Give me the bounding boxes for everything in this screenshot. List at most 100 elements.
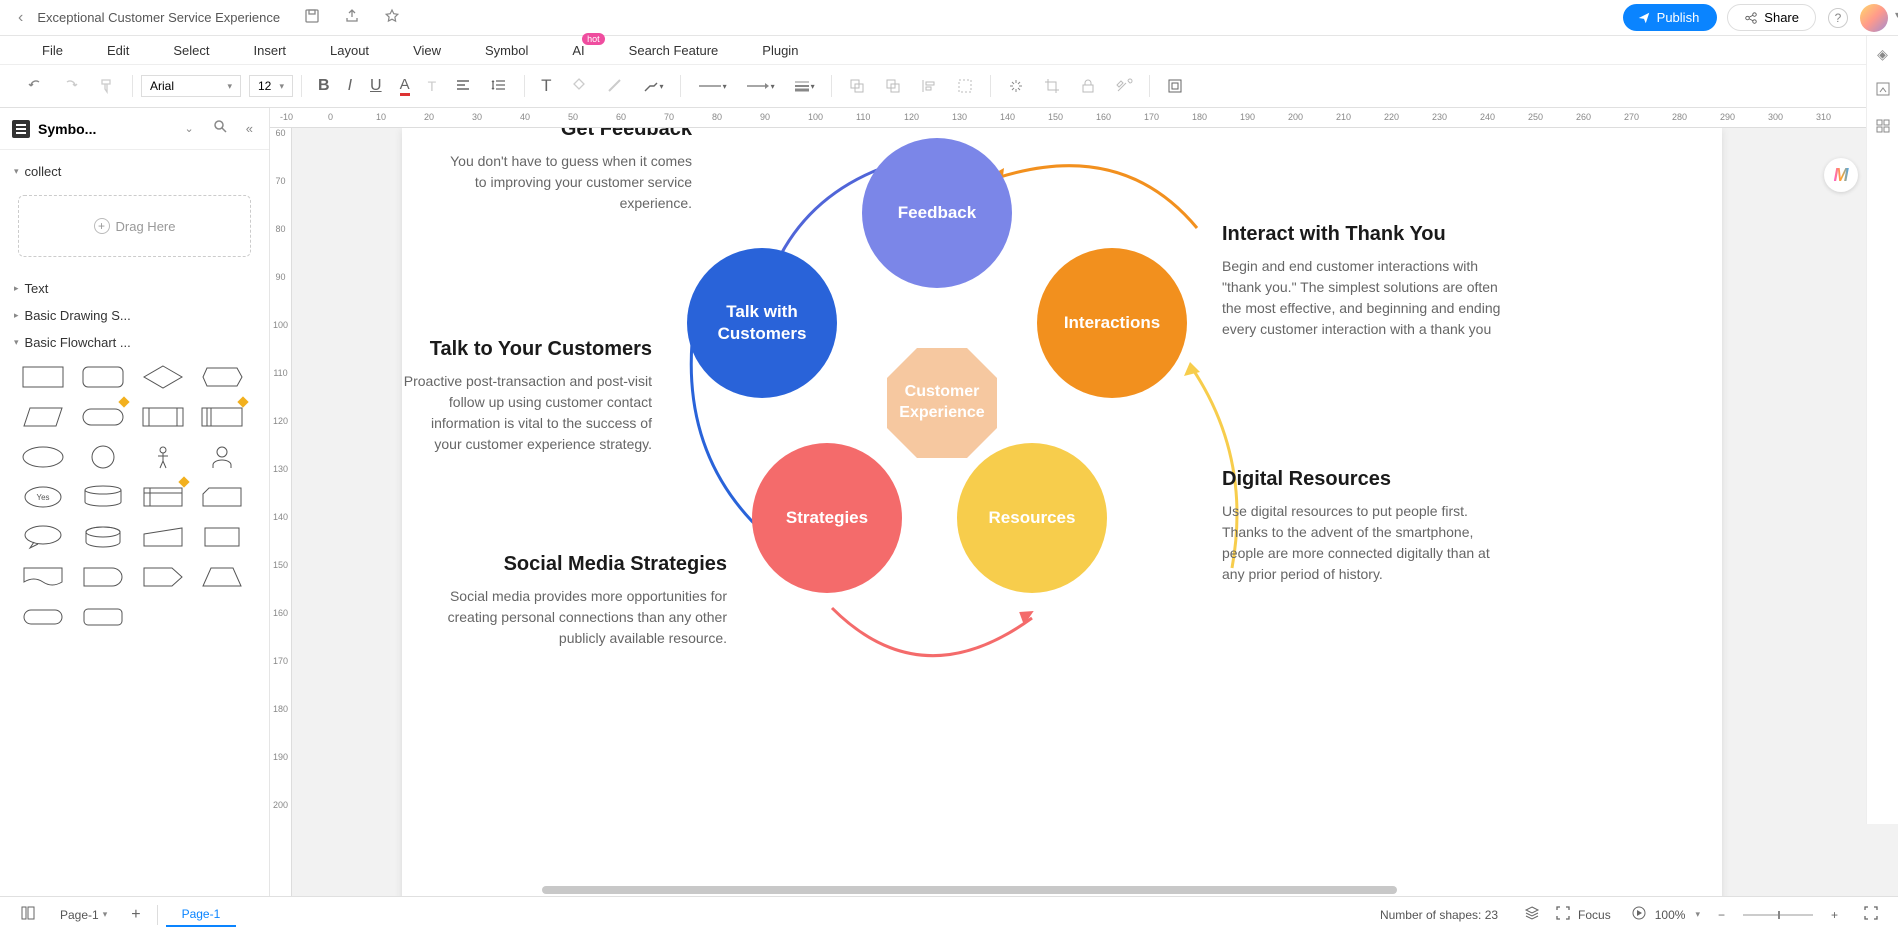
section-collect[interactable]: ▾collect <box>14 158 255 185</box>
connector-icon[interactable]: ▾ <box>634 73 672 99</box>
shape-terminator-2[interactable] <box>20 602 66 632</box>
menu-symbol[interactable]: Symbol <box>463 43 550 58</box>
node-talk[interactable]: Talk with Customers <box>687 248 837 398</box>
node-resources[interactable]: Resources <box>957 443 1107 593</box>
redo-icon[interactable] <box>54 73 88 99</box>
shape-manual-input[interactable] <box>140 522 186 552</box>
save-icon[interactable] <box>292 8 332 27</box>
shape-document[interactable] <box>20 562 66 592</box>
menu-plugin[interactable]: Plugin <box>740 43 820 58</box>
node-interactions[interactable]: Interactions <box>1037 248 1187 398</box>
shape-rectangle[interactable] <box>20 362 66 392</box>
focus-label[interactable]: Focus <box>1578 908 1611 922</box>
line-spacing-icon[interactable] <box>482 73 516 99</box>
section-basic-flowchart[interactable]: ▾Basic Flowchart ... <box>14 329 255 356</box>
page-canvas[interactable]: Customer Experience Feedback Talk with C… <box>402 128 1722 896</box>
format-painter-icon[interactable] <box>90 73 124 99</box>
search-icon[interactable] <box>206 118 234 139</box>
star-icon[interactable] <box>372 8 412 27</box>
shape-terminator[interactable] <box>80 402 126 432</box>
bring-front-icon[interactable] <box>876 73 910 99</box>
shape-ellipse[interactable] <box>20 442 66 472</box>
textblock-digital[interactable]: Digital Resources Use digital resources … <box>1222 468 1492 585</box>
center-node[interactable]: Customer Experience <box>882 343 1002 463</box>
fill-color-icon[interactable] <box>562 73 596 99</box>
m-assistant-icon[interactable]: M <box>1824 158 1858 192</box>
lock-icon[interactable] <box>1071 73 1105 99</box>
focus-icon[interactable] <box>1548 906 1578 923</box>
section-text[interactable]: ▸Text <box>14 275 255 302</box>
add-page-icon[interactable]: + <box>123 906 148 924</box>
outline-icon[interactable] <box>12 905 44 924</box>
line-color-icon[interactable] <box>598 73 632 99</box>
menu-select[interactable]: Select <box>151 43 231 58</box>
layers-icon[interactable] <box>1516 905 1548 924</box>
crop-icon[interactable] <box>1035 73 1069 99</box>
zoom-out-icon[interactable]: − <box>1710 908 1733 922</box>
shape-display[interactable] <box>199 362 245 392</box>
font-size-select[interactable]: 12▾ <box>249 75 293 97</box>
shape-rounded-2[interactable] <box>80 602 126 632</box>
shape-diamond[interactable] <box>140 362 186 392</box>
menu-file[interactable]: File <box>20 43 85 58</box>
arrow-style-icon[interactable]: ▾ <box>737 77 783 95</box>
textblock-social[interactable]: Social Media Strategies Social media pro… <box>447 553 727 649</box>
shape-predefined[interactable] <box>140 402 186 432</box>
zoom-slider[interactable] <box>1743 914 1813 916</box>
menu-ai[interactable]: AIhot <box>550 43 606 58</box>
align-objects-icon[interactable] <box>912 73 946 99</box>
bold-icon[interactable]: B <box>310 73 338 99</box>
shape-parallelogram[interactable] <box>20 402 66 432</box>
export-icon[interactable] <box>332 8 372 27</box>
shape-off-page[interactable] <box>199 522 245 552</box>
shape-delay[interactable] <box>80 562 126 592</box>
menu-insert[interactable]: Insert <box>232 43 309 58</box>
textblock-talk[interactable]: Talk to Your Customers Proactive post-tr… <box>402 338 652 455</box>
underline-icon[interactable]: U <box>362 73 390 99</box>
section-basic-drawing[interactable]: ▸Basic Drawing S... <box>14 302 255 329</box>
shape-card[interactable] <box>199 482 245 512</box>
back-icon[interactable]: ‹ <box>10 9 31 27</box>
group-icon[interactable] <box>948 73 982 99</box>
shape-predefined-2[interactable] <box>199 402 245 432</box>
horizontal-scrollbar[interactable] <box>542 884 1858 896</box>
shape-circle[interactable] <box>80 442 126 472</box>
presentation-icon[interactable] <box>1623 905 1655 924</box>
page-tab-active[interactable]: Page-1 <box>166 903 237 927</box>
node-strategies[interactable]: Strategies <box>752 443 902 593</box>
shape-internal-storage[interactable] <box>140 482 186 512</box>
line-style-icon[interactable]: ▾ <box>689 77 735 95</box>
shape-user[interactable] <box>199 442 245 472</box>
page-tab-dropdown[interactable]: Page-1▾ <box>44 904 123 926</box>
shape-callout[interactable] <box>20 522 66 552</box>
textblock-thankyou[interactable]: Interact with Thank You Begin and end cu… <box>1222 223 1502 340</box>
font-color-icon[interactable]: A <box>392 72 418 100</box>
menu-view[interactable]: View <box>391 43 463 58</box>
send-back-icon[interactable] <box>840 73 874 99</box>
canvas-area[interactable]: -100102030405060708090100110120130140150… <box>270 108 1898 896</box>
tools-icon[interactable] <box>1107 73 1141 99</box>
menu-layout[interactable]: Layout <box>308 43 391 58</box>
zoom-in-icon[interactable]: + <box>1823 908 1846 922</box>
properties-icon[interactable] <box>1875 81 1891 100</box>
fit-screen-icon[interactable] <box>1856 906 1886 923</box>
node-feedback[interactable]: Feedback <box>862 138 1012 288</box>
shape-trapezoid[interactable] <box>199 562 245 592</box>
menu-search-feature[interactable]: Search Feature <box>607 43 741 58</box>
effects-icon[interactable] <box>999 73 1033 99</box>
shape-pentagon[interactable] <box>140 562 186 592</box>
help-icon[interactable]: ? <box>1828 8 1848 28</box>
align-icon[interactable] <box>446 73 480 99</box>
panel-dropdown-icon[interactable]: ⌄ <box>181 122 198 135</box>
text-tool-icon[interactable]: T <box>533 72 559 100</box>
menu-edit[interactable]: Edit <box>85 43 151 58</box>
share-button[interactable]: Share <box>1727 4 1816 31</box>
zoom-level[interactable]: 100% <box>1655 908 1686 922</box>
shape-rounded-rect[interactable] <box>80 362 126 392</box>
line-weight-icon[interactable]: ▾ <box>785 75 823 97</box>
textblock-feedback[interactable]: Get Feedback You don't have to guess whe… <box>442 128 692 214</box>
page-setup-icon[interactable] <box>1158 73 1192 99</box>
grid-icon[interactable] <box>1875 118 1891 137</box>
drag-here-zone[interactable]: +Drag Here <box>18 195 251 257</box>
publish-button[interactable]: Publish <box>1623 4 1718 31</box>
